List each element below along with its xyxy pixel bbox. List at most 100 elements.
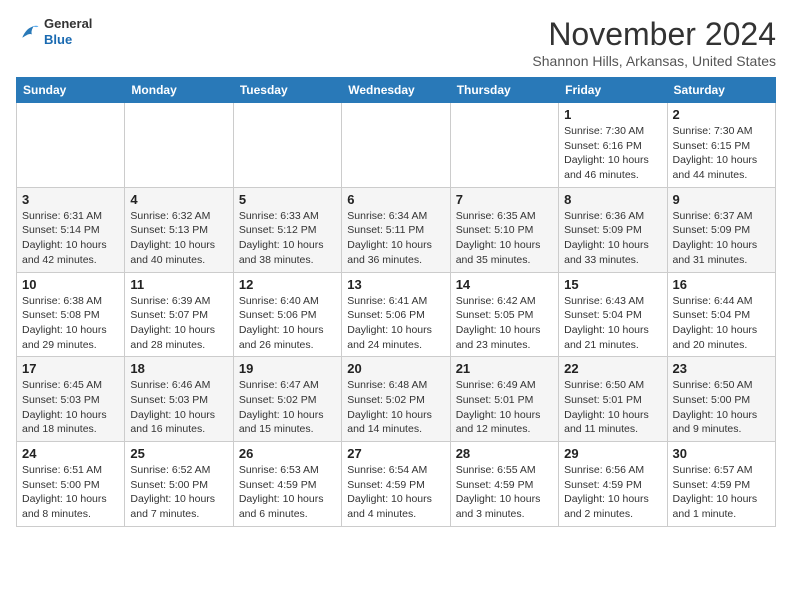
calendar-cell: 1Sunrise: 7:30 AM Sunset: 6:16 PM Daylig… (559, 103, 667, 188)
calendar-cell: 10Sunrise: 6:38 AM Sunset: 5:08 PM Dayli… (17, 272, 125, 357)
calendar-cell: 5Sunrise: 6:33 AM Sunset: 5:12 PM Daylig… (233, 187, 341, 272)
calendar-table: SundayMondayTuesdayWednesdayThursdayFrid… (16, 77, 776, 527)
weekday-header-friday: Friday (559, 78, 667, 103)
day-number: 17 (22, 361, 119, 376)
day-number: 8 (564, 192, 661, 207)
logo: General Blue (16, 16, 92, 47)
day-info: Sunrise: 6:46 AM Sunset: 5:03 PM Dayligh… (130, 378, 227, 437)
day-number: 12 (239, 277, 336, 292)
calendar-cell: 11Sunrise: 6:39 AM Sunset: 5:07 PM Dayli… (125, 272, 233, 357)
day-number: 25 (130, 446, 227, 461)
weekday-header-sunday: Sunday (17, 78, 125, 103)
day-info: Sunrise: 6:52 AM Sunset: 5:00 PM Dayligh… (130, 463, 227, 522)
calendar-cell: 6 Sunrise: 6:34 AM Sunset: 5:11 PM Daylig… (342, 187, 450, 272)
day-info: Sunrise: 6:34 AM Sunset: 5:11 PM Dayligh… (347, 209, 444, 268)
week-row-5: 24 Sunrise: 6:51 AM Sunset: 5:00 PM Dayli… (17, 442, 776, 527)
day-info: Sunrise: 7:30 AM Sunset: 6:16 PM Dayligh… (564, 124, 661, 183)
day-number: 6 (347, 192, 444, 207)
calendar-cell: 29Sunrise: 6:56 AM Sunset: 4:59 PM Dayli… (559, 442, 667, 527)
calendar-cell: 17 Sunrise: 6:45 AM Sunset: 5:03 PM Dayli… (17, 357, 125, 442)
day-number: 14 (456, 277, 553, 292)
calendar-cell: 13 Sunrise: 6:41 AM Sunset: 5:06 PM Dayli… (342, 272, 450, 357)
day-info: Sunrise: 6:55 AM Sunset: 4:59 PM Dayligh… (456, 463, 553, 522)
day-number: 3 (22, 192, 119, 207)
day-number: 20 (347, 361, 444, 376)
day-info: Sunrise: 6:41 AM Sunset: 5:06 PM Dayligh… (347, 294, 444, 353)
weekday-row: SundayMondayTuesdayWednesdayThursdayFrid… (17, 78, 776, 103)
day-info: Sunrise: 6:37 AM Sunset: 5:09 PM Dayligh… (673, 209, 770, 268)
calendar-cell: 26 Sunrise: 6:53 AM Sunset: 4:59 PM Dayli… (233, 442, 341, 527)
calendar-cell: 20 Sunrise: 6:48 AM Sunset: 5:02 PM Dayli… (342, 357, 450, 442)
calendar-header: SundayMondayTuesdayWednesdayThursdayFrid… (17, 78, 776, 103)
calendar-cell: 16 Sunrise: 6:44 AM Sunset: 5:04 PM Dayli… (667, 272, 775, 357)
week-row-4: 17 Sunrise: 6:45 AM Sunset: 5:03 PM Dayli… (17, 357, 776, 442)
day-info: Sunrise: 6:42 AM Sunset: 5:05 PM Dayligh… (456, 294, 553, 353)
calendar-cell: 24 Sunrise: 6:51 AM Sunset: 5:00 PM Dayli… (17, 442, 125, 527)
calendar-cell: 30 Sunrise: 6:57 AM Sunset: 4:59 PM Dayli… (667, 442, 775, 527)
day-info: Sunrise: 7:30 AM Sunset: 6:15 PM Dayligh… (673, 124, 770, 183)
day-number: 24 (22, 446, 119, 461)
calendar-cell: 8 Sunrise: 6:36 AM Sunset: 5:09 PM Daylig… (559, 187, 667, 272)
day-number: 21 (456, 361, 553, 376)
weekday-header-saturday: Saturday (667, 78, 775, 103)
calendar-cell: 7Sunrise: 6:35 AM Sunset: 5:10 PM Daylig… (450, 187, 558, 272)
day-info: Sunrise: 6:36 AM Sunset: 5:09 PM Dayligh… (564, 209, 661, 268)
day-info: Sunrise: 6:51 AM Sunset: 5:00 PM Dayligh… (22, 463, 119, 522)
day-number: 23 (673, 361, 770, 376)
weekday-header-monday: Monday (125, 78, 233, 103)
day-number: 18 (130, 361, 227, 376)
calendar-cell: 23 Sunrise: 6:50 AM Sunset: 5:00 PM Dayli… (667, 357, 775, 442)
title-area: November 2024 Shannon Hills, Arkansas, U… (532, 16, 776, 69)
logo-text: General Blue (44, 16, 92, 47)
location: Shannon Hills, Arkansas, United States (532, 53, 776, 69)
weekday-header-wednesday: Wednesday (342, 78, 450, 103)
calendar-cell (17, 103, 125, 188)
day-number: 13 (347, 277, 444, 292)
day-info: Sunrise: 6:53 AM Sunset: 4:59 PM Dayligh… (239, 463, 336, 522)
day-number: 11 (130, 277, 227, 292)
calendar-cell: 9Sunrise: 6:37 AM Sunset: 5:09 PM Daylig… (667, 187, 775, 272)
week-row-2: 3Sunrise: 6:31 AM Sunset: 5:14 PM Daylig… (17, 187, 776, 272)
calendar-cell (450, 103, 558, 188)
calendar-cell: 19 Sunrise: 6:47 AM Sunset: 5:02 PM Dayli… (233, 357, 341, 442)
header: General Blue November 2024 Shannon Hills… (16, 16, 776, 69)
calendar-cell: 27Sunrise: 6:54 AM Sunset: 4:59 PM Dayli… (342, 442, 450, 527)
calendar-cell: 3Sunrise: 6:31 AM Sunset: 5:14 PM Daylig… (17, 187, 125, 272)
calendar-cell: 15 Sunrise: 6:43 AM Sunset: 5:04 PM Dayli… (559, 272, 667, 357)
calendar-cell: 2 Sunrise: 7:30 AM Sunset: 6:15 PM Daylig… (667, 103, 775, 188)
day-number: 26 (239, 446, 336, 461)
calendar-cell: 25 Sunrise: 6:52 AM Sunset: 5:00 PM Dayli… (125, 442, 233, 527)
week-row-3: 10Sunrise: 6:38 AM Sunset: 5:08 PM Dayli… (17, 272, 776, 357)
month-title: November 2024 (532, 16, 776, 53)
day-info: Sunrise: 6:38 AM Sunset: 5:08 PM Dayligh… (22, 294, 119, 353)
day-info: Sunrise: 6:44 AM Sunset: 5:04 PM Dayligh… (673, 294, 770, 353)
day-number: 2 (673, 107, 770, 122)
week-row-1: 1Sunrise: 7:30 AM Sunset: 6:16 PM Daylig… (17, 103, 776, 188)
calendar-cell: 14 Sunrise: 6:42 AM Sunset: 5:05 PM Dayli… (450, 272, 558, 357)
day-info: Sunrise: 6:33 AM Sunset: 5:12 PM Dayligh… (239, 209, 336, 268)
day-number: 28 (456, 446, 553, 461)
day-info: Sunrise: 6:47 AM Sunset: 5:02 PM Dayligh… (239, 378, 336, 437)
day-number: 29 (564, 446, 661, 461)
calendar-cell: 12Sunrise: 6:40 AM Sunset: 5:06 PM Dayli… (233, 272, 341, 357)
day-info: Sunrise: 6:45 AM Sunset: 5:03 PM Dayligh… (22, 378, 119, 437)
day-info: Sunrise: 6:50 AM Sunset: 5:00 PM Dayligh… (673, 378, 770, 437)
day-info: Sunrise: 6:57 AM Sunset: 4:59 PM Dayligh… (673, 463, 770, 522)
day-number: 16 (673, 277, 770, 292)
day-number: 19 (239, 361, 336, 376)
day-number: 4 (130, 192, 227, 207)
day-number: 22 (564, 361, 661, 376)
day-info: Sunrise: 6:48 AM Sunset: 5:02 PM Dayligh… (347, 378, 444, 437)
day-info: Sunrise: 6:32 AM Sunset: 5:13 PM Dayligh… (130, 209, 227, 268)
day-info: Sunrise: 6:43 AM Sunset: 5:04 PM Dayligh… (564, 294, 661, 353)
calendar-cell (233, 103, 341, 188)
calendar-cell: 22 Sunrise: 6:50 AM Sunset: 5:01 PM Dayli… (559, 357, 667, 442)
weekday-header-tuesday: Tuesday (233, 78, 341, 103)
calendar-cell: 18 Sunrise: 6:46 AM Sunset: 5:03 PM Dayli… (125, 357, 233, 442)
day-number: 27 (347, 446, 444, 461)
day-number: 30 (673, 446, 770, 461)
calendar-cell (125, 103, 233, 188)
day-info: Sunrise: 6:50 AM Sunset: 5:01 PM Dayligh… (564, 378, 661, 437)
calendar-body: 1Sunrise: 7:30 AM Sunset: 6:16 PM Daylig… (17, 103, 776, 527)
day-number: 15 (564, 277, 661, 292)
